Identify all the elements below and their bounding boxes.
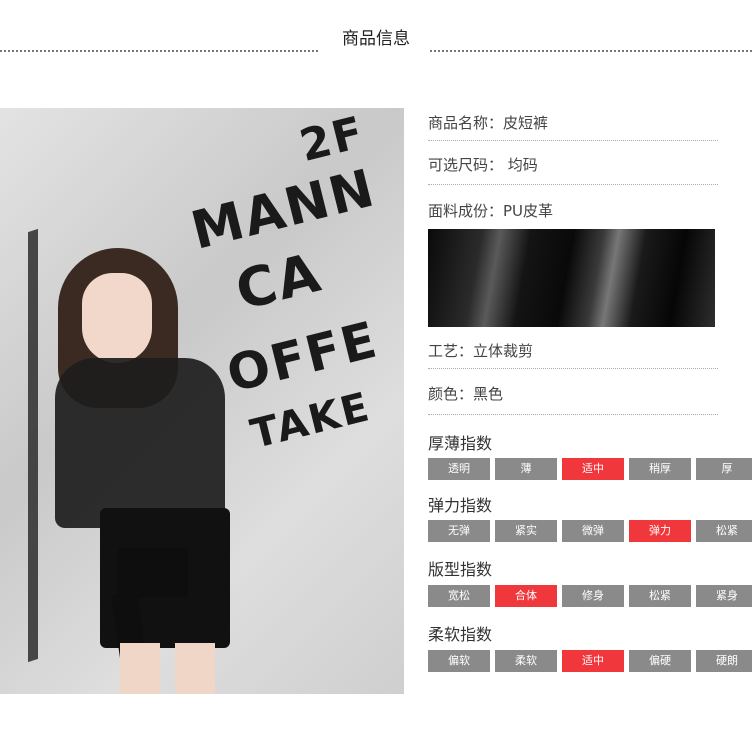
model-leg — [120, 643, 160, 694]
product-material: 面料成份：PU皮革 — [428, 202, 554, 220]
softness-index-title: 柔软指数 — [428, 625, 493, 644]
thickness-index-bar: 透明 薄 适中 稍厚 厚 — [428, 458, 752, 482]
index-option: 微弹 — [562, 520, 624, 542]
fabric-swatch-image — [428, 229, 715, 327]
index-option: 紧身 — [696, 585, 752, 607]
model-leg — [175, 643, 215, 694]
thickness-index-title: 厚薄指数 — [428, 434, 493, 453]
index-option: 紧实 — [495, 520, 557, 542]
product-name: 商品名称：皮短裤 — [428, 114, 549, 132]
index-option: 偏硬 — [629, 650, 691, 672]
product-size: 可选尺码： 均码 — [428, 156, 538, 174]
index-option: 松紧 — [696, 520, 752, 542]
index-option: 厚 — [696, 458, 752, 480]
product-photo: 2F MANN CA OFFE TAKE — [0, 108, 404, 694]
handbag — [118, 548, 188, 598]
index-option-selected: 适中 — [562, 650, 624, 672]
index-option: 无弹 — [428, 520, 490, 542]
index-option: 偏软 — [428, 650, 490, 672]
index-option: 薄 — [495, 458, 557, 480]
section-title: 商品信息 — [342, 29, 410, 49]
softness-index-bar: 偏软 柔软 适中 偏硬 硬朗 — [428, 650, 752, 674]
header-divider-left — [0, 50, 318, 52]
index-option-selected: 合体 — [495, 585, 557, 607]
index-option-selected: 弹力 — [629, 520, 691, 542]
fit-index-bar: 宽松 合体 修身 松紧 紧身 — [428, 585, 752, 609]
index-option: 稍厚 — [629, 458, 691, 480]
index-option-selected: 适中 — [562, 458, 624, 480]
index-option: 宽松 — [428, 585, 490, 607]
index-option: 修身 — [562, 585, 624, 607]
divider — [428, 184, 718, 185]
divider — [428, 368, 718, 369]
elasticity-index-title: 弹力指数 — [428, 496, 493, 515]
elasticity-index-bar: 无弹 紧实 微弹 弹力 松紧 — [428, 520, 752, 544]
index-option: 松紧 — [629, 585, 691, 607]
product-color: 颜色：黑色 — [428, 385, 504, 403]
index-option: 硬朗 — [696, 650, 752, 672]
header-divider-right — [430, 50, 752, 52]
model-face — [82, 273, 152, 363]
index-option: 透明 — [428, 458, 490, 480]
divider — [428, 140, 718, 141]
model-top — [55, 358, 225, 528]
product-craft: 工艺：立体裁剪 — [428, 342, 534, 360]
fit-index-title: 版型指数 — [428, 560, 493, 579]
index-option: 柔软 — [495, 650, 557, 672]
divider — [428, 414, 718, 415]
